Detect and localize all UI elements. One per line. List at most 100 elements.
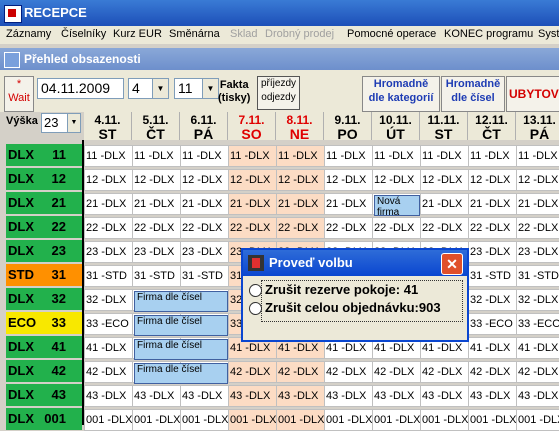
menu-item[interactable]: Pomocné operace (347, 28, 436, 40)
occupancy-cell[interactable]: 23 -DLX (84, 241, 133, 263)
occupancy-cell[interactable]: 31 -STD (132, 265, 181, 287)
occupancy-cell[interactable]: 12 -DLX (420, 169, 469, 191)
room-label[interactable]: DLX 23 (6, 240, 82, 262)
occupancy-cell[interactable]: 23 -DLX (180, 241, 229, 263)
occupancy-cell[interactable]: 12 -DLX (324, 169, 373, 191)
occupancy-cell[interactable]: 43 -DLX (132, 385, 181, 407)
occupancy-cell[interactable]: 42 -DLX (420, 361, 469, 383)
arrivals-departures-button[interactable]: příjezdy odjezdy (257, 76, 300, 110)
occupancy-cell[interactable]: 43 -DLX (420, 385, 469, 407)
room-label[interactable]: ECO 33 (6, 312, 82, 334)
month-select[interactable]: 11 ▼ (174, 78, 219, 99)
occupancy-cell[interactable]: 41 -DLX (84, 337, 133, 359)
occupancy-cell[interactable]: 42 -DLX (324, 361, 373, 383)
occupancy-cell[interactable]: 11 -DLX (420, 145, 469, 167)
occupancy-cell[interactable]: 33 -ECO (468, 313, 517, 335)
occupancy-cell[interactable]: 21 -DLX (324, 193, 373, 215)
day-count-select[interactable]: 4 ▼ (128, 78, 169, 99)
occupancy-cell[interactable]: 11 -DLX (516, 145, 559, 167)
occupancy-cell[interactable]: 22 -DLX (372, 217, 421, 239)
occupancy-cell[interactable]: 31 -STD (84, 265, 133, 287)
menu-item[interactable]: Záznamy (6, 28, 51, 40)
bulk-by-category-button[interactable]: Hromadně dle kategorií (362, 76, 440, 112)
occupancy-cell[interactable]: 42 -DLX (468, 361, 517, 383)
occupancy-cell[interactable]: 001 -DLX (84, 409, 133, 431)
menu-item[interactable]: KONEC programu (444, 28, 533, 40)
occupancy-cell[interactable]: 11 -DLX (132, 145, 181, 167)
fakta-button[interactable]: Fakta (tisky) (218, 79, 250, 105)
occupancy-cell[interactable]: 22 -DLX (516, 217, 559, 239)
occupancy-cell[interactable]: 21 -DLX (516, 193, 559, 215)
room-label[interactable]: DLX 001 (6, 408, 82, 430)
room-label[interactable]: DLX 32 (6, 288, 82, 310)
occupancy-cell[interactable]: 12 -DLX (468, 169, 517, 191)
occupancy-cell[interactable]: 43 -DLX (84, 385, 133, 407)
occupancy-cell[interactable]: 43 -DLX (516, 385, 559, 407)
occupancy-cell[interactable]: 12 -DLX (180, 169, 229, 191)
occupancy-cell[interactable]: 001 -DLX (468, 409, 517, 431)
room-label[interactable]: DLX 22 (6, 216, 82, 238)
occupancy-cell[interactable]: 12 -DLX (228, 169, 277, 191)
wait-button[interactable]: * Wait (4, 76, 34, 112)
reservation-block[interactable]: Nová firma (374, 195, 420, 218)
reservation-block[interactable]: Firma dle čísel (134, 339, 228, 360)
occupancy-cell[interactable]: 21 -DLX (180, 193, 229, 215)
menu-item[interactable]: Číselníky (61, 28, 106, 40)
reservation-block[interactable]: Firma dle čísel (134, 291, 228, 312)
bulk-by-number-button[interactable]: Hromadně dle čísel (441, 76, 505, 112)
occupancy-cell[interactable]: 11 -DLX (228, 145, 277, 167)
occupancy-cell[interactable]: 22 -DLX (228, 217, 277, 239)
occupancy-cell[interactable]: 11 -DLX (324, 145, 373, 167)
occupancy-cell[interactable]: 12 -DLX (84, 169, 133, 191)
occupancy-cell[interactable]: 11 -DLX (84, 145, 133, 167)
menu-item[interactable]: Syst (538, 28, 559, 40)
cancel-room-option[interactable]: Zrušit rezerve pokoje: 41 (249, 282, 418, 298)
occupancy-cell[interactable]: 23 -DLX (468, 241, 517, 263)
occupancy-cell[interactable]: 001 -DLX (516, 409, 559, 431)
room-label[interactable]: STD 31 (6, 264, 82, 286)
occupancy-cell[interactable]: 22 -DLX (468, 217, 517, 239)
occupancy-cell[interactable]: 23 -DLX (132, 241, 181, 263)
room-label[interactable]: DLX 11 (6, 144, 82, 166)
occupancy-cell[interactable]: 11 -DLX (276, 145, 325, 167)
occupancy-cell[interactable]: 31 -STD (516, 265, 559, 287)
occupancy-cell[interactable]: 21 -DLX (420, 193, 469, 215)
occupancy-cell[interactable]: 42 -DLX (372, 361, 421, 383)
occupancy-cell[interactable]: 22 -DLX (276, 217, 325, 239)
occupancy-cell[interactable]: 33 -ECO (516, 313, 559, 335)
occupancy-cell[interactable]: 001 -DLX (276, 409, 325, 431)
occupancy-cell[interactable]: 22 -DLX (324, 217, 373, 239)
occupancy-cell[interactable]: 001 -DLX (324, 409, 373, 431)
cancel-order-option[interactable]: Zrušit celou objednávku:903 (249, 300, 441, 316)
radio-icon[interactable] (249, 302, 262, 316)
occupancy-cell[interactable]: 31 -STD (468, 265, 517, 287)
occupancy-cell[interactable]: 33 -ECO (84, 313, 133, 335)
occupancy-cell[interactable]: 11 -DLX (468, 145, 517, 167)
occupancy-cell[interactable]: 41 -DLX (516, 337, 559, 359)
occupancy-cell[interactable]: 32 -DLX (84, 289, 133, 311)
occupancy-cell[interactable]: 11 -DLX (372, 145, 421, 167)
occupancy-cell[interactable]: 42 -DLX (84, 361, 133, 383)
occupancy-cell[interactable]: 43 -DLX (372, 385, 421, 407)
occupancy-cell[interactable]: 21 -DLX (228, 193, 277, 215)
occupancy-cell[interactable]: 32 -DLX (468, 289, 517, 311)
occupancy-cell[interactable]: 43 -DLX (276, 385, 325, 407)
radio-icon[interactable] (249, 284, 262, 298)
room-label[interactable]: DLX 12 (6, 168, 82, 190)
check-in-button[interactable]: UBYTOV (506, 76, 559, 112)
chevron-down-icon[interactable]: ▼ (202, 79, 218, 98)
occupancy-cell[interactable]: 42 -DLX (228, 361, 277, 383)
occupancy-cell[interactable]: 001 -DLX (228, 409, 277, 431)
occupancy-cell[interactable]: 21 -DLX (84, 193, 133, 215)
occupancy-cell[interactable]: 11 -DLX (180, 145, 229, 167)
occupancy-cell[interactable]: 43 -DLX (468, 385, 517, 407)
occupancy-cell[interactable]: 41 -DLX (468, 337, 517, 359)
occupancy-cell[interactable]: 21 -DLX (276, 193, 325, 215)
occupancy-cell[interactable]: 12 -DLX (276, 169, 325, 191)
occupancy-cell[interactable]: 32 -DLX (516, 289, 559, 311)
reservation-block[interactable]: Firma dle čísel (134, 315, 228, 336)
menu-item[interactable]: Směnárna (169, 28, 220, 40)
occupancy-cell[interactable]: 21 -DLX (468, 193, 517, 215)
room-label[interactable]: DLX 42 (6, 360, 82, 382)
occupancy-cell[interactable]: 001 -DLX (420, 409, 469, 431)
